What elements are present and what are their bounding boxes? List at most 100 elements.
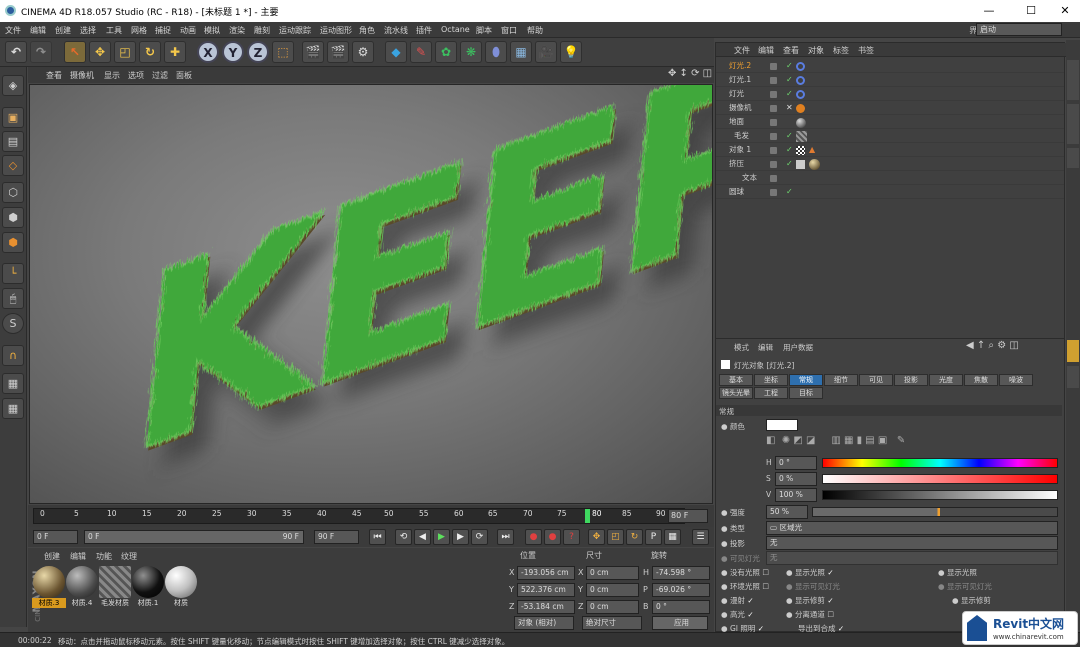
locked-workplane-icon[interactable]: ▦ — [2, 398, 24, 419]
menu-simulate[interactable]: 模拟 — [204, 25, 220, 36]
key-pla-icon[interactable]: ▦ — [664, 529, 681, 545]
saturation-field[interactable]: 0 % — [775, 472, 817, 486]
edges-mode-icon[interactable]: ⬢ — [2, 207, 24, 228]
deformer-icon[interactable]: ⬮ — [485, 41, 507, 63]
viewport-navigation-icon[interactable]: ✥ ↕ ⟳ ◫ — [668, 68, 712, 79]
rotation-p-field[interactable]: -69.026 ° — [652, 583, 710, 597]
grid-workplane-icon[interactable]: ▦ — [2, 373, 24, 394]
menu-animate[interactable]: 动画 — [180, 25, 196, 36]
timeline-end-field[interactable]: 80 F — [668, 509, 708, 523]
shadow-select[interactable]: 无 — [766, 536, 1058, 550]
side-tab-content-browser[interactable] — [1067, 104, 1079, 144]
hue-field[interactable]: 0 ° — [775, 456, 817, 470]
option-show-illumination[interactable]: ● 显示光照 ✓ — [786, 567, 834, 578]
am-menu-user-data[interactable]: 用户数据 — [783, 342, 813, 353]
visible-light-select[interactable]: 无 — [766, 551, 1058, 565]
render-settings-icon[interactable]: ⚙ — [352, 41, 374, 63]
material-swatch-1[interactable] — [33, 566, 65, 598]
menu-mograph[interactable]: 运动图形 — [320, 25, 352, 36]
menu-character[interactable]: 角色 — [359, 25, 375, 36]
material-swatch-4[interactable] — [132, 566, 164, 598]
tab-coord[interactable]: 坐标 — [754, 374, 788, 386]
tab-target[interactable]: 目标 — [789, 387, 823, 399]
axis-mode-icon[interactable]: └ — [2, 263, 24, 284]
saturation-slider[interactable] — [822, 474, 1058, 484]
tab-photometric[interactable]: 光度 — [929, 374, 963, 386]
scale-tool-icon[interactable]: ◰ — [114, 41, 136, 63]
option-no-illumination[interactable]: ● 没有光照 ☐ — [721, 567, 769, 578]
object-row[interactable]: 地面 — [716, 116, 1064, 129]
current-frame-field[interactable]: 0 F — [33, 530, 78, 544]
object-row[interactable]: 挤压 ✓ — [716, 158, 1064, 171]
size-x-field[interactable]: 0 cm — [586, 566, 639, 580]
texture-mode-icon[interactable]: ▤ — [2, 131, 24, 152]
rotation-b-field[interactable]: 0 ° — [652, 600, 710, 614]
tab-basic[interactable]: 基本 — [719, 374, 753, 386]
tab-project[interactable]: 工程 — [754, 387, 788, 399]
menu-render[interactable]: 渲染 — [229, 25, 245, 36]
undo-icon[interactable]: ↶ — [5, 41, 27, 63]
x-axis-lock-icon[interactable]: X — [197, 41, 219, 63]
viewport-menu-view[interactable]: 查看 — [46, 70, 62, 81]
timeline-ruler[interactable]: 0 5 10 15 20 25 30 35 40 45 50 55 60 65 … — [33, 508, 685, 524]
om-menu-bookmarks[interactable]: 书签 — [858, 45, 874, 56]
play-icon[interactable]: ▶ — [433, 529, 450, 545]
om-menu-edit[interactable]: 编辑 — [758, 45, 774, 56]
render-view-icon[interactable]: 🎬 — [302, 41, 324, 63]
position-x-field[interactable]: -193.056 cm — [517, 566, 575, 580]
minimize-button[interactable]: — — [974, 2, 1004, 20]
menu-file[interactable]: 文件 — [5, 25, 21, 36]
rotate-tool-icon[interactable]: ↻ — [139, 41, 161, 63]
viewport-menu-options[interactable]: 选项 — [128, 70, 144, 81]
object-row[interactable]: 文本 — [716, 172, 1064, 185]
close-button[interactable]: ✕ — [1050, 2, 1080, 20]
render-picture-viewer-icon[interactable]: 🎬 — [327, 41, 349, 63]
menu-snap[interactable]: 捕捉 — [155, 25, 171, 36]
live-select-icon[interactable]: ↖ — [64, 41, 86, 63]
points-mode-icon[interactable]: ⬡ — [2, 182, 24, 203]
prev-key-icon[interactable]: ⟲ — [395, 529, 412, 545]
option-show-visible-light-2[interactable]: ● 显示可见灯光 — [938, 581, 992, 592]
option-show-visible-light[interactable]: ● 显示可见灯光 — [786, 581, 840, 592]
option-show-clipping-2[interactable]: ● 显示修剪 — [952, 595, 991, 606]
record-keys-icon[interactable]: ● — [525, 529, 542, 545]
option-separate-pass[interactable]: ● 分离通道 ☐ — [786, 609, 834, 620]
floor-icon[interactable]: ▦ — [510, 41, 532, 63]
material-swatch-3[interactable] — [99, 566, 131, 598]
viewport-menu-panel[interactable]: 面板 — [176, 70, 192, 81]
apply-button[interactable]: 应用 — [652, 616, 708, 630]
timeline[interactable]: 0 5 10 15 20 25 30 35 40 45 50 55 60 65 … — [28, 505, 714, 527]
camera-icon[interactable]: 🎥 — [535, 41, 557, 63]
color-swatch[interactable] — [766, 419, 798, 431]
layout-select[interactable]: 启动 — [976, 23, 1062, 36]
range-slider[interactable]: 0 F 90 F — [84, 530, 304, 544]
rotation-h-field[interactable]: -74.598 ° — [652, 566, 710, 580]
material-menu-texture[interactable]: 纹理 — [121, 551, 137, 562]
option-ambient[interactable]: ● 环境光照 ☐ — [721, 581, 769, 592]
tab-shadow[interactable]: 投影 — [894, 374, 928, 386]
option-specular[interactable]: ● 高光 ✓ — [721, 609, 754, 620]
object-row[interactable]: 摄像机 ✕ — [716, 102, 1064, 115]
array-icon[interactable]: ❋ — [460, 41, 482, 63]
keyframe-selection-icon[interactable]: ? — [563, 529, 580, 545]
light-icon[interactable]: 💡 — [560, 41, 582, 63]
position-z-field[interactable]: -53.184 cm — [517, 600, 575, 614]
type-select[interactable]: ▭ 区域光 — [766, 521, 1058, 535]
om-menu-object[interactable]: 对象 — [808, 45, 824, 56]
value-slider[interactable] — [822, 490, 1058, 500]
object-row[interactable]: 灯光.2 ✓ — [716, 60, 1064, 73]
am-navigation-icon[interactable]: ◀ ↑ ⌕ ⚙ ◫ — [966, 340, 1019, 351]
material-swatch-2[interactable] — [66, 566, 98, 598]
viewport-menu-filter[interactable]: 过滤 — [152, 70, 168, 81]
object-row[interactable]: 灯光 ✓ — [716, 88, 1064, 101]
timeline-options-icon[interactable]: ☰ — [692, 529, 709, 545]
menu-edit[interactable]: 编辑 — [30, 25, 46, 36]
object-row[interactable]: 圆球 ✓ — [716, 186, 1064, 199]
om-menu-tags[interactable]: 标签 — [833, 45, 849, 56]
side-tab-objects[interactable] — [1067, 60, 1079, 100]
go-to-end-icon[interactable]: ⏭ — [497, 529, 514, 545]
menu-plugins[interactable]: 插件 — [416, 25, 432, 36]
max-frame-field[interactable]: 90 F — [314, 530, 359, 544]
tab-details[interactable]: 细节 — [824, 374, 858, 386]
tab-caustics[interactable]: 焦散 — [964, 374, 998, 386]
